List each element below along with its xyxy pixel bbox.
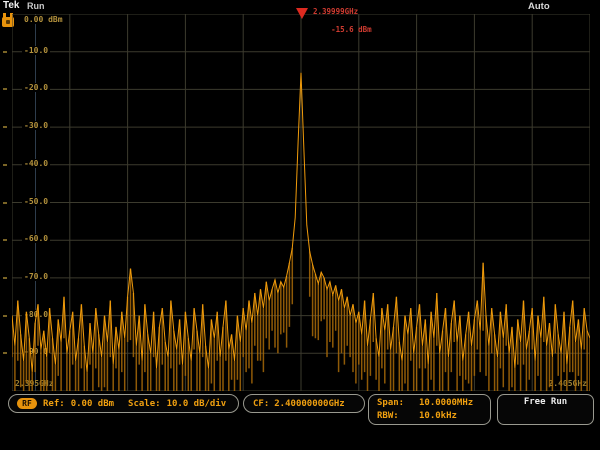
span-rbw-badge[interactable]: Span: 10.0000MHz RBW: 10.0kHz [368,394,491,425]
y-axis-tick [3,239,7,241]
peak-marker-freq: 2.39999GHz [313,7,358,16]
tek-logo: Tek [3,0,20,11]
trigger-mode-value: Free Run [524,397,567,407]
spectrum-trace [12,14,590,391]
peak-marker-amplitude: -15.6 dBm [331,25,372,34]
y-axis-tick [3,164,7,166]
peak-marker-readout: 2.39999GHz -15.6 dBm [313,7,372,34]
rbw-label: RBW: [377,410,419,423]
trigger-mode-badge[interactable]: Free Run [497,394,594,425]
rf-channel-badge: RF [17,398,37,409]
acquisition-status: Run [27,1,45,11]
ref-level-value: 0.00 dBm [71,399,114,409]
ref-level-label: Ref: [43,399,65,409]
scale-value: 10.0 dB/div [167,399,227,409]
cf-value: 2.40000000GHz [274,399,344,409]
y-axis-tick [3,202,7,204]
readout-bar: RF Ref: 0.00 dBm Scale: 10.0 dB/div CF: … [0,393,600,429]
y-axis-tick [3,88,7,90]
trigger-status: Auto [528,1,550,12]
y-axis-tick [3,126,7,128]
y-axis-tick [3,352,7,354]
rf-vertical-settings-badge[interactable]: RF Ref: 0.00 dBm Scale: 10.0 dB/div [8,394,239,413]
graticule-area: 0.00 dBm-10.0-20.0-30.0-40.0-50.0-60.0-7… [12,14,590,391]
span-label: Span: [377,397,419,410]
y-axis-tick [3,277,7,279]
peak-marker-icon [296,8,308,19]
cf-label: CF: [253,399,269,409]
y-axis-tick [3,51,7,53]
spectrum-analyzer-screen: Tek Run Auto 0.00 dBm-10.0-20.0-30.0-40.… [0,0,600,450]
y-axis-tick [3,315,7,317]
center-frequency-badge[interactable]: CF: 2.40000000GHz [243,394,365,413]
span-value: 10.0000MHz [419,397,473,410]
scale-label: Scale: [128,399,161,409]
rbw-value: 10.0kHz [419,410,457,423]
